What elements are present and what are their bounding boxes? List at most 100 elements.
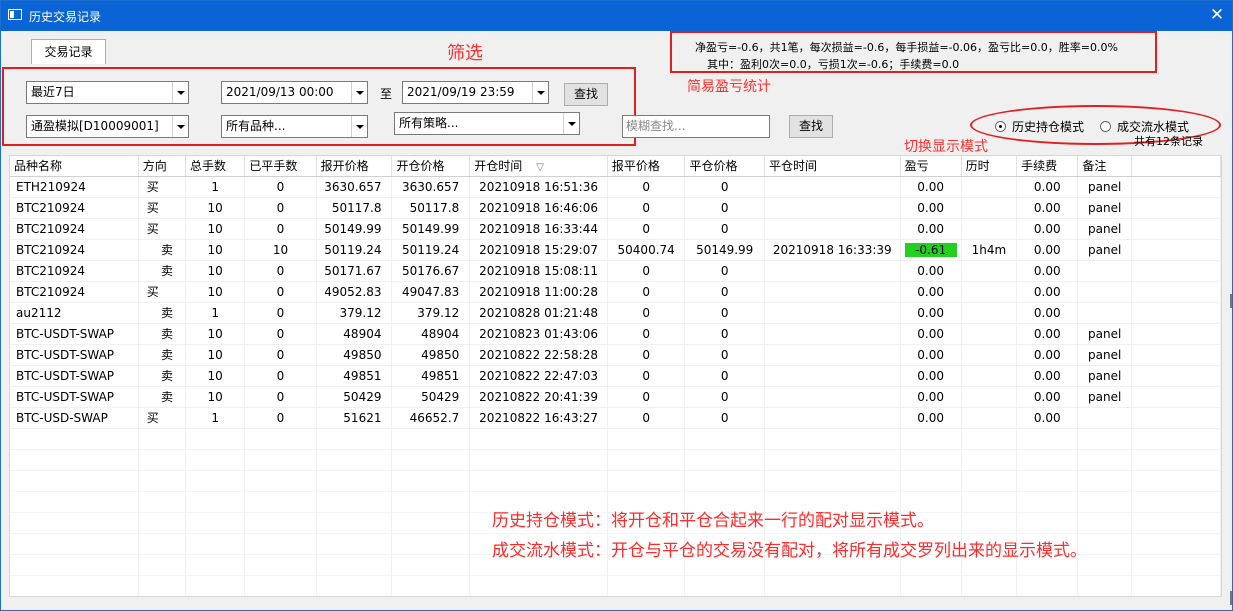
table-row[interactable]: BTC210924 买 10 0 50117.8 50117.8 20210918 16:4… [10,197,1221,219]
quoted-open-price-cell: 379.12 [316,302,393,324]
pnl-cell: 0.00 [900,260,962,282]
direction-cell: 卖 [138,344,187,366]
total-lots-cell: 10 [185,281,246,303]
empty-cell [391,428,471,450]
radio-selected-icon[interactable] [995,121,1006,132]
resize-grip[interactable] [1230,591,1232,605]
close-price-cell: 0 [684,197,765,219]
to-label: 至 [380,87,393,101]
history-position-mode-radio[interactable]: 历史持仓模式 [995,118,1084,135]
empty-cell [1016,449,1079,471]
closed-lots-cell: 10 [244,239,317,261]
chevron-down-icon[interactable] [351,82,367,103]
stats-annotation: 简易盈亏统计 [687,79,771,95]
table-row[interactable]: BTC210924 卖 10 0 50171.67 50176.67 20210918 15… [10,260,1221,282]
account-select[interactable]: 通盈模拟[D10009001] [26,115,189,138]
empty-cell [138,575,187,596]
empty-table-row [10,428,1221,450]
empty-cell [764,449,901,471]
direction-cell: 卖 [138,260,187,282]
product-cell: BTC-USDT-SWAP [10,365,139,387]
product-column-header[interactable]: 品种名称 [10,156,139,177]
close-time-cell: 20210918 16:33:39 [764,239,901,261]
close-price-column-header[interactable]: 平仓价格 [684,156,765,177]
radio-unselected-icon[interactable] [1100,121,1111,132]
chevron-down-icon[interactable] [532,82,548,103]
close-price-cell: 0 [684,365,765,387]
open-time-column-header[interactable]: 开仓时间 ▽ [469,156,608,177]
quoted-close-price-column-header[interactable]: 报平价格 [607,156,686,177]
resize-grip[interactable] [1230,294,1232,308]
app-window-icon [8,9,22,20]
close-icon[interactable]: ✕ [1206,4,1228,26]
table-row[interactable]: BTC-USDT-SWAP 卖 10 0 49850 49850 20210822 22:5… [10,344,1221,366]
empty-cell [961,470,1018,492]
close-price-cell: 0 [684,302,765,324]
product-cell: ETH210924 [10,176,139,198]
filter-annotation: 筛选 [447,43,483,64]
duration-column-header[interactable]: 历时 [961,156,1018,177]
total-lots-column-header[interactable]: 总手数 [185,156,246,177]
open-price-column-header[interactable]: 开仓价格 [391,156,471,177]
empty-cell [185,533,246,555]
pnl-column-header[interactable]: 盈亏 [900,156,962,177]
empty-cell [185,512,246,534]
table-row[interactable]: BTC-USDT-SWAP 卖 10 0 48904 48904 20210823 01:4… [10,323,1221,345]
empty-cell [1077,491,1132,513]
quoted-close-price-cell: 0 [607,302,686,324]
chevron-down-icon[interactable] [351,116,367,137]
strategy-select[interactable]: 所有策略... [394,112,580,135]
close-price-cell: 0 [684,323,765,345]
record-count: 共有12条记录 [1134,135,1203,148]
period-select[interactable]: 最近7日 [26,81,189,104]
end-time-picker[interactable]: 2021/09/19 23:59 [402,81,549,104]
table-row[interactable]: BTC210924 买 10 0 50149.99 50149.99 20210918 16… [10,218,1221,240]
closed-lots-cell: 0 [244,302,317,324]
chevron-down-icon[interactable] [172,82,188,103]
empty-cell [607,428,686,450]
product-select[interactable]: 所有品种... [221,115,368,138]
table-row[interactable]: au2112 卖 1 0 379.12 379.12 20210828 01:21:48 0 0… [10,302,1221,324]
close-time-column-header[interactable]: 平仓时间 [764,156,901,177]
closed-lots-column-header[interactable]: 已平手数 [244,156,317,177]
empty-cell [1131,575,1221,596]
row-filler [1131,386,1221,408]
chevron-down-icon[interactable] [172,116,188,137]
tab-trade-records[interactable]: 交易记录 [31,39,106,64]
start-time-picker[interactable]: 2021/09/13 00:00 [221,81,368,104]
empty-cell [1131,470,1221,492]
empty-cell [764,575,901,596]
quoted-open-price-cell: 51621 [316,407,393,429]
quoted-open-price-cell: 49851 [316,365,393,387]
table-row[interactable]: BTC210924 卖 10 10 50119.24 50119.24 20210918 1… [10,239,1221,261]
quoted-close-price-cell: 0 [607,365,686,387]
start-time-value: 2021/09/13 00:00 [226,85,334,99]
search-button[interactable]: 查找 [564,83,608,106]
direction-column-header[interactable]: 方向 [138,156,187,177]
total-lots-cell: 10 [185,197,246,219]
remark-column-header[interactable]: 备注 [1077,156,1132,177]
table-row[interactable]: ETH210924 买 1 0 3630.657 3630.657 20210918 16:… [10,176,1221,198]
close-time-cell [764,218,901,240]
fuzzy-search-button[interactable]: 查找 [789,115,833,138]
close-time-cell [764,302,901,324]
quoted-open-price-column-header[interactable]: 报开价格 [316,156,393,177]
quoted-open-price-cell: 50171.67 [316,260,393,282]
remark-cell: panel [1077,323,1132,345]
empty-cell [1131,449,1221,471]
fuzzy-search-input[interactable]: 模糊查找... [622,115,770,138]
chevron-down-icon[interactable] [563,113,579,134]
empty-cell [244,554,317,576]
table-row[interactable]: BTC-USD-SWAP 买 1 0 51621 46652.7 20210822 16:4… [10,407,1221,429]
pnl-cell: 0.00 [900,386,962,408]
empty-table-row [10,449,1221,471]
table-row[interactable]: BTC-USDT-SWAP 卖 10 0 49851 49851 20210822 22:4… [10,365,1221,387]
sort-descending-icon[interactable]: ▽ [536,162,544,173]
table-row[interactable]: BTC-USDT-SWAP 卖 10 0 50429 50429 20210822 20:4… [10,386,1221,408]
empty-cell [316,533,393,555]
empty-cell [900,449,962,471]
total-lots-cell: 10 [185,344,246,366]
fee-column-header[interactable]: 手续费 [1016,156,1079,177]
table-row[interactable]: BTC210924 买 10 0 49052.83 49047.83 20210918 11… [10,281,1221,303]
empty-cell [10,428,139,450]
